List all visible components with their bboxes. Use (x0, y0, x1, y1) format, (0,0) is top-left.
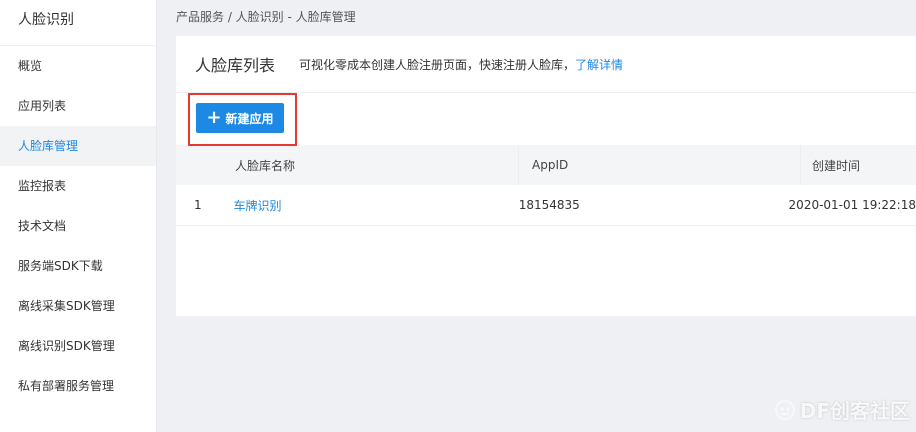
header-appid: AppID (518, 145, 800, 185)
sidebar: 人脸识别 概览 应用列表 人脸库管理 监控报表 技术文档 服务端SDK下载 离线… (0, 0, 157, 432)
sidebar-item-server-sdk[interactable]: 服务端SDK下载 (0, 246, 156, 286)
breadcrumb: 产品服务 / 人脸识别 - 人脸库管理 (176, 10, 356, 24)
sidebar-item-tech-docs[interactable]: 技术文档 (0, 206, 156, 246)
sidebar-item-offline-recognition-sdk[interactable]: 离线识别SDK管理 (0, 326, 156, 366)
header-created: 创建时间 (800, 145, 916, 185)
library-name-link[interactable]: 车牌识别 (233, 199, 281, 213)
table-row: 1 车牌识别 18154835 2020-01-01 19:22:18 (176, 185, 916, 226)
sidebar-item-overview[interactable]: 概览 (0, 46, 156, 86)
row-created: 2020-01-01 19:22:18 (788, 198, 916, 212)
panel-description: 可视化零成本创建人脸注册页面，快速注册人脸库，了解详情 (299, 56, 623, 73)
watermark: DF创客社区 (774, 395, 910, 424)
sidebar-item-offline-capture-sdk[interactable]: 离线采集SDK管理 (0, 286, 156, 326)
sidebar-item-face-library[interactable]: 人脸库管理 (0, 126, 156, 166)
description-text: 可视化零成本创建人脸注册页面，快速注册人脸库， (299, 57, 576, 72)
sidebar-title: 人脸识别 (0, 0, 156, 46)
header-name: 人脸库名称 (235, 158, 296, 173)
sidebar-item-monitor-report[interactable]: 监控报表 (0, 166, 156, 206)
learn-more-link[interactable]: 了解详情 (575, 58, 623, 72)
robot-logo-icon (774, 399, 795, 420)
create-app-button[interactable]: + 新建应用 (196, 103, 284, 133)
plus-icon: + (206, 107, 222, 128)
panel-header: 人脸库列表 可视化零成本创建人脸注册页面，快速注册人脸库，了解详情 (176, 36, 916, 93)
row-index: 1 (194, 198, 202, 212)
create-app-label: 新建应用 (225, 111, 274, 126)
sidebar-item-app-list[interactable]: 应用列表 (0, 86, 156, 126)
table-header: 人脸库名称 AppID 创建时间 (176, 145, 916, 185)
face-library-table: 人脸库名称 AppID 创建时间 1 车牌识别 18154835 2020-01… (176, 145, 916, 226)
row-appid: 18154835 (518, 198, 580, 212)
page-title: 人脸库列表 (195, 56, 276, 75)
sidebar-item-private-deploy[interactable]: 私有部署服务管理 (0, 366, 156, 406)
watermark-text: DF创客社区 (799, 399, 910, 423)
